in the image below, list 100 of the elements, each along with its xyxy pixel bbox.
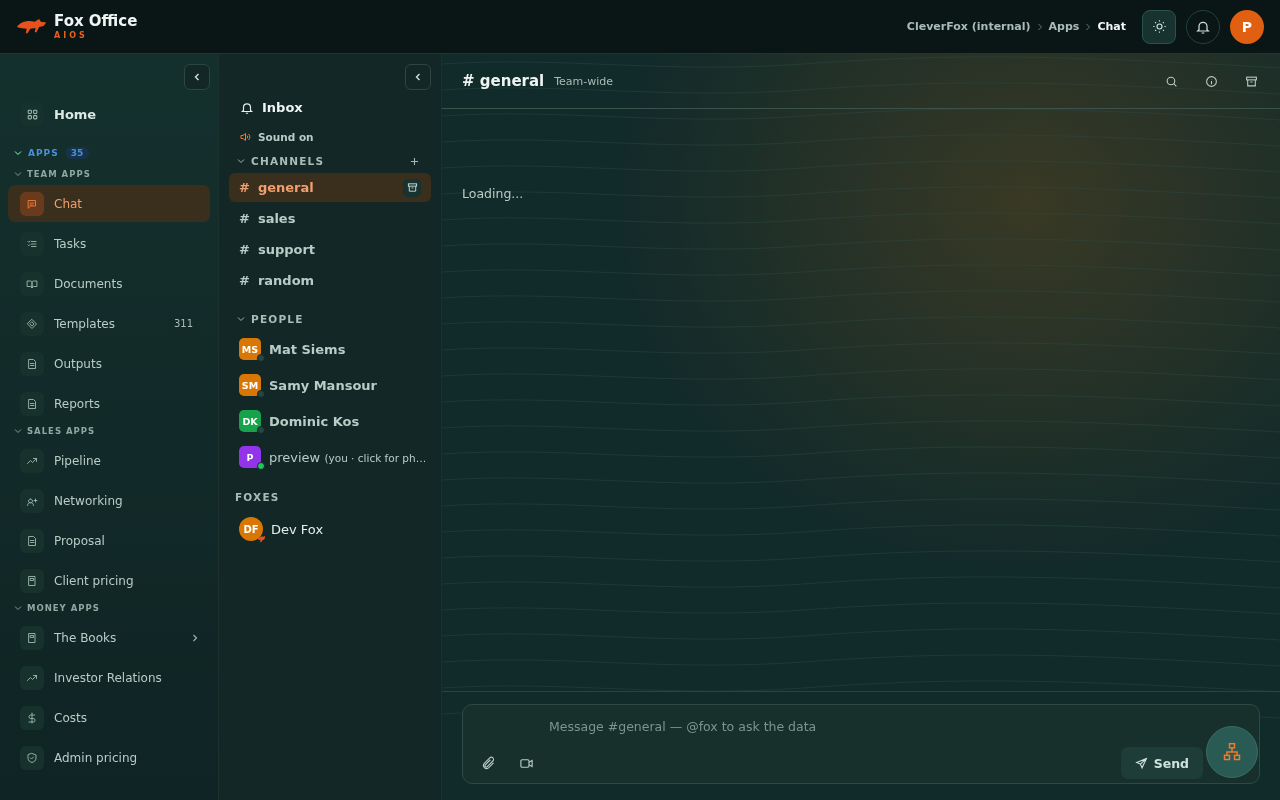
person-item[interactable]: SM Samy Mansour <box>229 367 431 403</box>
breadcrumb-link[interactable]: Apps <box>1048 20 1080 33</box>
sidebar-item[interactable]: Admin pricing <box>8 739 210 776</box>
channel-title: # general <box>462 72 545 90</box>
paperclip-icon <box>480 755 496 771</box>
sidebar-item-label: The Books <box>54 630 118 645</box>
add-icon[interactable] <box>410 156 419 166</box>
channel-item[interactable]: # support <box>229 235 431 264</box>
trend-up-icon <box>20 665 44 690</box>
speech-bubble-icon <box>20 191 44 216</box>
apps-heading[interactable]: APPS <box>28 148 59 158</box>
dollar-icon <box>20 705 44 730</box>
calculator-icon <box>20 568 44 593</box>
archive-icon <box>1244 74 1258 88</box>
sidebar-item[interactable]: Outputs <box>8 345 210 382</box>
breadcrumb-link[interactable]: Chat <box>1097 20 1126 33</box>
hash-symbol: # <box>239 180 250 195</box>
sidebar-item-label: Tasks <box>54 236 88 251</box>
speaker-icon <box>239 131 251 143</box>
book-icon <box>20 271 44 296</box>
section-heading[interactable]: PEOPLE <box>251 313 423 325</box>
section-heading[interactable]: CHANNELS <box>251 155 404 167</box>
chevron-down-icon <box>237 316 245 322</box>
person-item[interactable]: P preview (you · click for ph… <box>229 439 431 475</box>
sidebar-item[interactable]: Proposal <box>8 522 210 559</box>
user-avatar: SM <box>239 374 261 396</box>
inbox-label: Inbox <box>262 100 303 115</box>
theme-toggle-button[interactable] <box>1142 9 1176 44</box>
checklist-icon <box>20 231 44 256</box>
hierarchy-icon <box>1222 742 1242 762</box>
sidebar-item[interactable]: Chat <box>8 185 210 222</box>
section-heading: FOXES <box>234 490 281 505</box>
archive-icon[interactable] <box>403 178 421 197</box>
app-tagline: AIOS <box>54 31 89 40</box>
user-avatar[interactable]: P <box>1230 9 1264 44</box>
channel-name: sales <box>257 211 297 226</box>
fox-item[interactable]: DF Dev Fox <box>229 511 431 547</box>
person-item[interactable]: DK Dominic Kos <box>229 403 431 439</box>
sidebar-item-label: Client pricing <box>54 573 135 588</box>
home-label: Home <box>54 107 97 122</box>
sidebar-item[interactable]: Investor Relations <box>8 659 210 696</box>
user-avatar: DK <box>239 410 261 432</box>
person-item[interactable]: MS Mat Siems <box>229 331 431 367</box>
sidebar-item[interactable]: Tasks <box>8 225 210 262</box>
channel-item[interactable]: # sales <box>229 204 431 233</box>
section-heading[interactable]: MONEY APPS <box>27 603 100 613</box>
chevron-down-icon <box>14 605 22 611</box>
sidebar-item-label: Outputs <box>54 356 103 371</box>
bell-icon <box>240 100 254 115</box>
channel-name: random <box>257 273 316 288</box>
document-icon <box>20 391 44 416</box>
section-heading[interactable]: TEAM APPS <box>27 169 91 179</box>
sidebar-item[interactable]: Templates 311 <box>8 305 210 342</box>
send-button[interactable]: Send <box>1120 747 1203 779</box>
hash-symbol: # <box>239 273 250 288</box>
chevron-left-icon <box>192 72 202 82</box>
sidebar-item[interactable]: Networking <box>8 482 210 519</box>
paper-plane-icon <box>1134 756 1148 770</box>
search-icon <box>1164 74 1178 88</box>
inbox-link[interactable]: Inbox <box>229 90 431 127</box>
sidebar-item[interactable]: Documents <box>8 265 210 302</box>
section-heading[interactable]: SALES APPS <box>27 426 96 436</box>
sun-icon <box>1151 19 1167 34</box>
user-avatar: MS <box>239 338 261 360</box>
chevron-right-icon <box>1085 22 1092 31</box>
sidebar-item[interactable]: Client pricing <box>8 562 210 599</box>
home-nav-item[interactable]: Home <box>8 96 210 133</box>
sidebar-item-label: Reports <box>54 396 102 411</box>
channel-item[interactable]: # general <box>229 173 431 202</box>
chevron-down-icon <box>14 171 22 177</box>
hash-symbol: # <box>239 211 250 226</box>
sidebar-item[interactable]: Pipeline <box>8 442 210 479</box>
person-name: preview (you · click for ph… <box>269 449 427 465</box>
channel-item[interactable]: # random <box>229 266 431 295</box>
calculator-icon <box>20 625 44 650</box>
channel-scope: Team-wide <box>554 74 614 88</box>
fox-name: Dev Fox <box>271 521 324 537</box>
sidebar-item[interactable]: The Books <box>8 619 210 656</box>
chevron-down-icon <box>237 158 245 164</box>
sidebar-item[interactable]: Costs <box>8 699 210 736</box>
sound-toggle[interactable]: Sound on <box>229 127 431 147</box>
breadcrumb-link[interactable]: CleverFox (internal) <box>906 20 1031 33</box>
sidebar-item-label: Investor Relations <box>54 670 163 685</box>
sidebar-item-label: Documents <box>54 276 124 291</box>
person-name: Mat Siems <box>269 341 346 357</box>
chevron-down-icon <box>14 428 22 434</box>
document-icon <box>20 528 44 553</box>
sound-label: Sound on <box>258 131 314 143</box>
person-name: Dominic Kos <box>269 413 360 429</box>
apps-count-badge: 35 <box>64 147 90 159</box>
hash-symbol: # <box>239 242 250 257</box>
info-icon <box>1204 74 1218 88</box>
sidebar-item[interactable]: Reports <box>8 385 210 422</box>
sidebar-item-label: Proposal <box>54 533 106 548</box>
loading-text: Loading... <box>462 186 524 201</box>
person-name: Samy Mansour <box>269 377 377 393</box>
sidebar-item-label: Pipeline <box>54 453 102 468</box>
message-input[interactable]: Message #general — @fox to ask the data <box>473 715 1179 737</box>
chevron-left-icon <box>413 72 423 82</box>
sidebar-item-label: Admin pricing <box>54 750 139 765</box>
